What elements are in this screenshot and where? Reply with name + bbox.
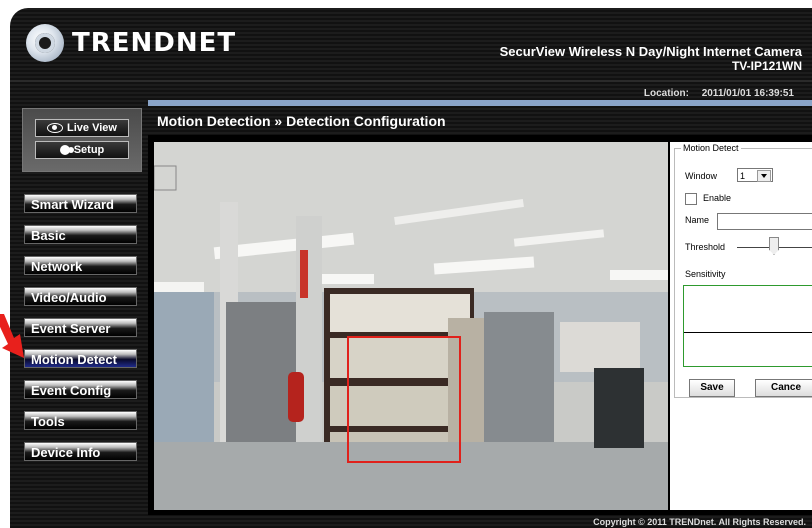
mode-switcher: Live View Setup	[22, 108, 142, 172]
setup-button[interactable]: Setup	[35, 141, 129, 159]
location-value: 2011/01/01 16:39:51	[701, 88, 794, 99]
threshold-slider-handle[interactable]	[769, 237, 779, 255]
nav-event-server[interactable]: Event Server	[24, 318, 137, 337]
enable-label: Enable	[703, 193, 732, 203]
nav-video-audio[interactable]: Video/Audio	[24, 287, 137, 306]
live-view-label: Live View	[67, 122, 117, 134]
app-window: TRENDNET SecurView Wireless N Day/Night …	[0, 0, 812, 528]
threshold-row: Threshold	[685, 237, 812, 256]
sensitivity-graph	[683, 285, 812, 367]
chevron-down-icon[interactable]	[757, 170, 771, 182]
motion-detection-window[interactable]	[347, 336, 461, 463]
nav-device-info[interactable]: Device Info	[24, 442, 137, 461]
camera-video-feed[interactable]	[154, 142, 668, 510]
nav-tools[interactable]: Tools	[24, 411, 137, 430]
window-select-value: 1	[740, 171, 746, 181]
red-pointer-arrow-icon	[0, 314, 24, 358]
group-legend: Motion Detect	[681, 143, 741, 153]
name-label: Name	[685, 215, 710, 225]
enable-row: Enable	[685, 193, 805, 205]
gear-icon	[59, 145, 70, 155]
copyright-text: Copyright © 2011 TRENDnet. All Rights Re…	[593, 517, 806, 527]
brand-name: TRENDNET	[72, 28, 237, 58]
sensitivity-label: Sensitivity	[685, 269, 726, 279]
location-label: Location:	[643, 88, 689, 99]
cancel-button[interactable]: Cance	[755, 379, 812, 397]
window-label: Window	[685, 171, 718, 181]
enable-checkbox[interactable]	[685, 193, 697, 205]
page-title: Motion Detection » Detection Configurati…	[157, 113, 446, 129]
product-title: SecurView Wireless N Day/Night Internet …	[500, 44, 802, 73]
window-select[interactable]: 1	[737, 168, 773, 182]
trendnet-logo-icon	[26, 24, 64, 62]
save-button[interactable]: Save	[689, 379, 735, 397]
name-row: Name	[685, 213, 812, 230]
panel-accent-bar	[148, 100, 812, 106]
eye-icon	[47, 123, 64, 133]
location-readout: Location: 2011/01/01 16:39:51	[644, 88, 794, 99]
motion-settings-panel: Motion Detect Window 1 Enable Name Thres…	[670, 142, 812, 510]
sensitivity-baseline	[684, 332, 812, 333]
nav-motion-detect[interactable]: Motion Detect	[24, 349, 137, 368]
nav-event-config[interactable]: Event Config	[24, 380, 137, 399]
window-row: Window 1	[685, 168, 773, 182]
setup-label: Setup	[73, 144, 105, 156]
product-model: TV-IP121WN	[731, 59, 802, 73]
name-input[interactable]	[717, 213, 812, 230]
nav-basic[interactable]: Basic	[24, 225, 137, 244]
threshold-label: Threshold	[685, 242, 726, 252]
brand-logo: TRENDNET	[26, 24, 236, 62]
nav-smart-wizard[interactable]: Smart Wizard	[24, 194, 137, 213]
product-line1: SecurView Wireless N Day/Night Internet …	[499, 44, 802, 59]
nav-network[interactable]: Network	[24, 256, 137, 275]
live-view-button[interactable]: Live View	[35, 119, 129, 137]
motion-detect-group: Motion Detect Window 1 Enable Name Thres…	[674, 143, 812, 398]
header-divider	[10, 80, 812, 82]
